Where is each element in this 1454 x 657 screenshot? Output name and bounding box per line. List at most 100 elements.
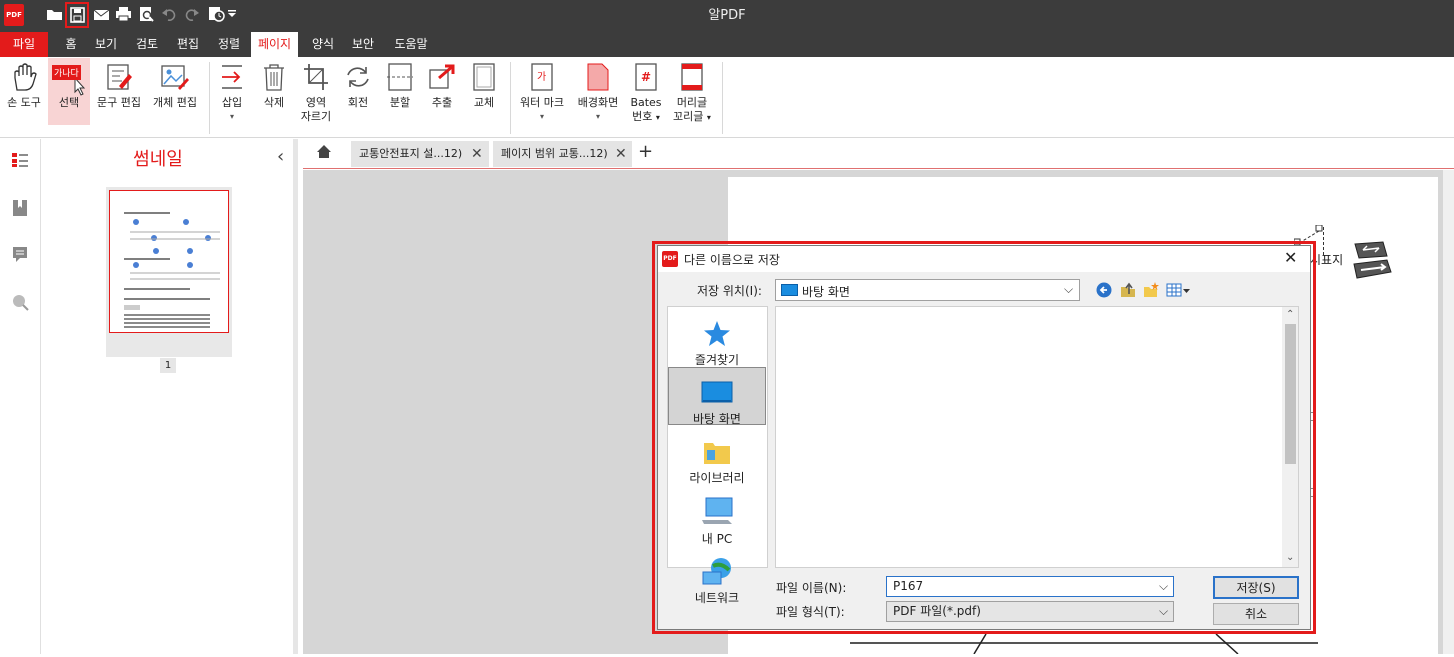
chevron-down-icon: ⌵: [1064, 282, 1074, 296]
places-item-network[interactable]: 네트워크: [668, 550, 766, 608]
extract-button[interactable]: 추출: [424, 58, 460, 136]
ribbon-separator: [209, 62, 210, 134]
filetype-label: 파일 형식(T):: [776, 605, 845, 619]
location-label: 저장 위치(I):: [697, 284, 762, 298]
save-button[interactable]: 저장(S): [1213, 576, 1299, 599]
save-icon[interactable]: [65, 2, 89, 28]
scroll-down-icon[interactable]: ⌄: [1286, 552, 1294, 563]
menu-view[interactable]: 보기: [90, 32, 122, 57]
select-button[interactable]: 가나다 선택: [48, 58, 90, 125]
watermark-icon: 가: [515, 58, 569, 96]
trash-icon: [256, 58, 292, 96]
dialog-title: 다른 이름으로 저장: [684, 253, 780, 267]
open-folder-icon[interactable]: [45, 5, 63, 23]
file-list[interactable]: [775, 306, 1299, 568]
document-tab[interactable]: 교통안전표지 설...12) ✕: [351, 141, 489, 167]
menu-help[interactable]: 도움말: [388, 32, 434, 57]
computer-icon: [668, 490, 766, 526]
search-icon[interactable]: [11, 293, 29, 314]
filetype-dropdown[interactable]: PDF 파일(*.pdf) ⌵: [886, 601, 1174, 622]
background-icon: [572, 58, 624, 96]
ribbon-separator: [722, 62, 723, 134]
new-tab-icon[interactable]: +: [638, 141, 653, 162]
menu-home[interactable]: 홈: [58, 32, 84, 57]
scrollbar-thumb[interactable]: [1285, 324, 1296, 464]
thumbnail-page-number: 1: [160, 358, 176, 373]
menu-security[interactable]: 보안: [347, 32, 379, 57]
menu-form[interactable]: 양식: [307, 32, 339, 57]
svg-text:가: 가: [537, 71, 546, 83]
places-item-this-pc[interactable]: 내 PC: [668, 490, 766, 548]
watermark-button[interactable]: 가 워터 마크 ▾: [515, 58, 569, 136]
places-item-library[interactable]: 라이브러리: [668, 430, 766, 488]
filename-label: 파일 이름(N):: [776, 581, 847, 595]
back-icon[interactable]: [1096, 282, 1112, 301]
ribbon-separator: [510, 62, 511, 134]
insert-icon: [213, 58, 251, 96]
header-footer-button[interactable]: 머리글 꼬리글 ▾: [668, 58, 716, 136]
menu-file[interactable]: 파일: [0, 32, 48, 57]
location-dropdown[interactable]: 바탕 화면 ⌵: [775, 279, 1080, 301]
places-item-favorites[interactable]: 즐겨찾기: [668, 312, 766, 370]
object-edit-icon: [148, 58, 202, 96]
home-icon[interactable]: [316, 144, 332, 162]
crop-button[interactable]: 영역 자르기: [296, 58, 336, 136]
up-folder-icon[interactable]: [1119, 281, 1137, 302]
viewport-scrollbar[interactable]: [1443, 170, 1454, 654]
network-icon: [668, 550, 766, 586]
pdf-logo-icon: PDF: [4, 4, 24, 26]
close-tab-icon[interactable]: ✕: [471, 141, 483, 167]
collapse-panel-icon[interactable]: ‹: [277, 146, 284, 167]
menu-page[interactable]: 페이지: [251, 32, 298, 57]
chevron-down-icon: ⌵: [1159, 604, 1169, 618]
redo-icon[interactable]: [183, 5, 201, 23]
view-menu-icon[interactable]: [1166, 282, 1192, 301]
comment-icon[interactable]: [12, 246, 28, 267]
bookmark-icon[interactable]: [12, 199, 28, 220]
split-button[interactable]: 분할: [382, 58, 418, 136]
mail-icon[interactable]: [92, 5, 110, 23]
close-icon[interactable]: ✕: [1284, 248, 1297, 267]
crop-icon: [296, 58, 336, 96]
chevron-down-icon: ⌵: [1159, 579, 1169, 593]
scroll-up-icon[interactable]: ⌃: [1286, 309, 1294, 320]
places-item-desktop[interactable]: 바탕 화면: [668, 367, 766, 426]
select-icon: 가나다: [48, 58, 90, 96]
split-icon: [382, 58, 418, 96]
desktop-icon: [669, 368, 765, 404]
hand-tool-button[interactable]: 손 도구: [2, 58, 46, 136]
thumbnail-list-icon[interactable]: [11, 152, 29, 171]
svg-text:#: #: [641, 70, 651, 84]
cancel-button[interactable]: 취소: [1213, 603, 1299, 625]
menu-arrange[interactable]: 정렬: [213, 32, 245, 57]
undo-icon[interactable]: [160, 5, 178, 23]
object-edit-button[interactable]: 개체 편집: [148, 58, 202, 136]
background-button[interactable]: 배경화면 ▾: [572, 58, 624, 136]
filename-input[interactable]: P167 ⌵: [886, 576, 1174, 597]
insert-button[interactable]: 삽입 ▾: [213, 58, 251, 136]
replace-button[interactable]: 교체: [466, 58, 502, 136]
delete-button[interactable]: 삭제: [256, 58, 292, 136]
pdf-logo-icon: PDF: [662, 251, 678, 267]
menu-edit[interactable]: 편집: [172, 32, 204, 57]
new-folder-icon[interactable]: [1142, 281, 1160, 302]
header-footer-icon: [668, 58, 716, 96]
print-preview-icon[interactable]: [137, 5, 155, 23]
history-icon[interactable]: [207, 5, 225, 23]
bates-number-button[interactable]: # Bates 번호 ▾: [626, 58, 666, 136]
dropdown-icon[interactable]: [226, 5, 238, 23]
desktop-icon: [781, 284, 798, 296]
document-tab[interactable]: 페이지 범위 교통...12) ✕: [493, 141, 632, 167]
page-thumbnail[interactable]: [109, 190, 229, 333]
replace-icon: [466, 58, 502, 96]
traffic-sign-image: [1351, 240, 1395, 283]
hand-icon: [2, 58, 46, 96]
close-tab-icon[interactable]: ✕: [615, 141, 627, 167]
rotate-button[interactable]: 회전: [340, 58, 376, 136]
extract-icon: [424, 58, 460, 96]
print-icon[interactable]: [114, 5, 132, 23]
thumbnail-panel-title: 썸네일: [133, 149, 183, 170]
menu-review[interactable]: 검토: [131, 32, 163, 57]
star-icon: [668, 312, 766, 348]
text-edit-button[interactable]: 문구 편집: [92, 58, 146, 136]
